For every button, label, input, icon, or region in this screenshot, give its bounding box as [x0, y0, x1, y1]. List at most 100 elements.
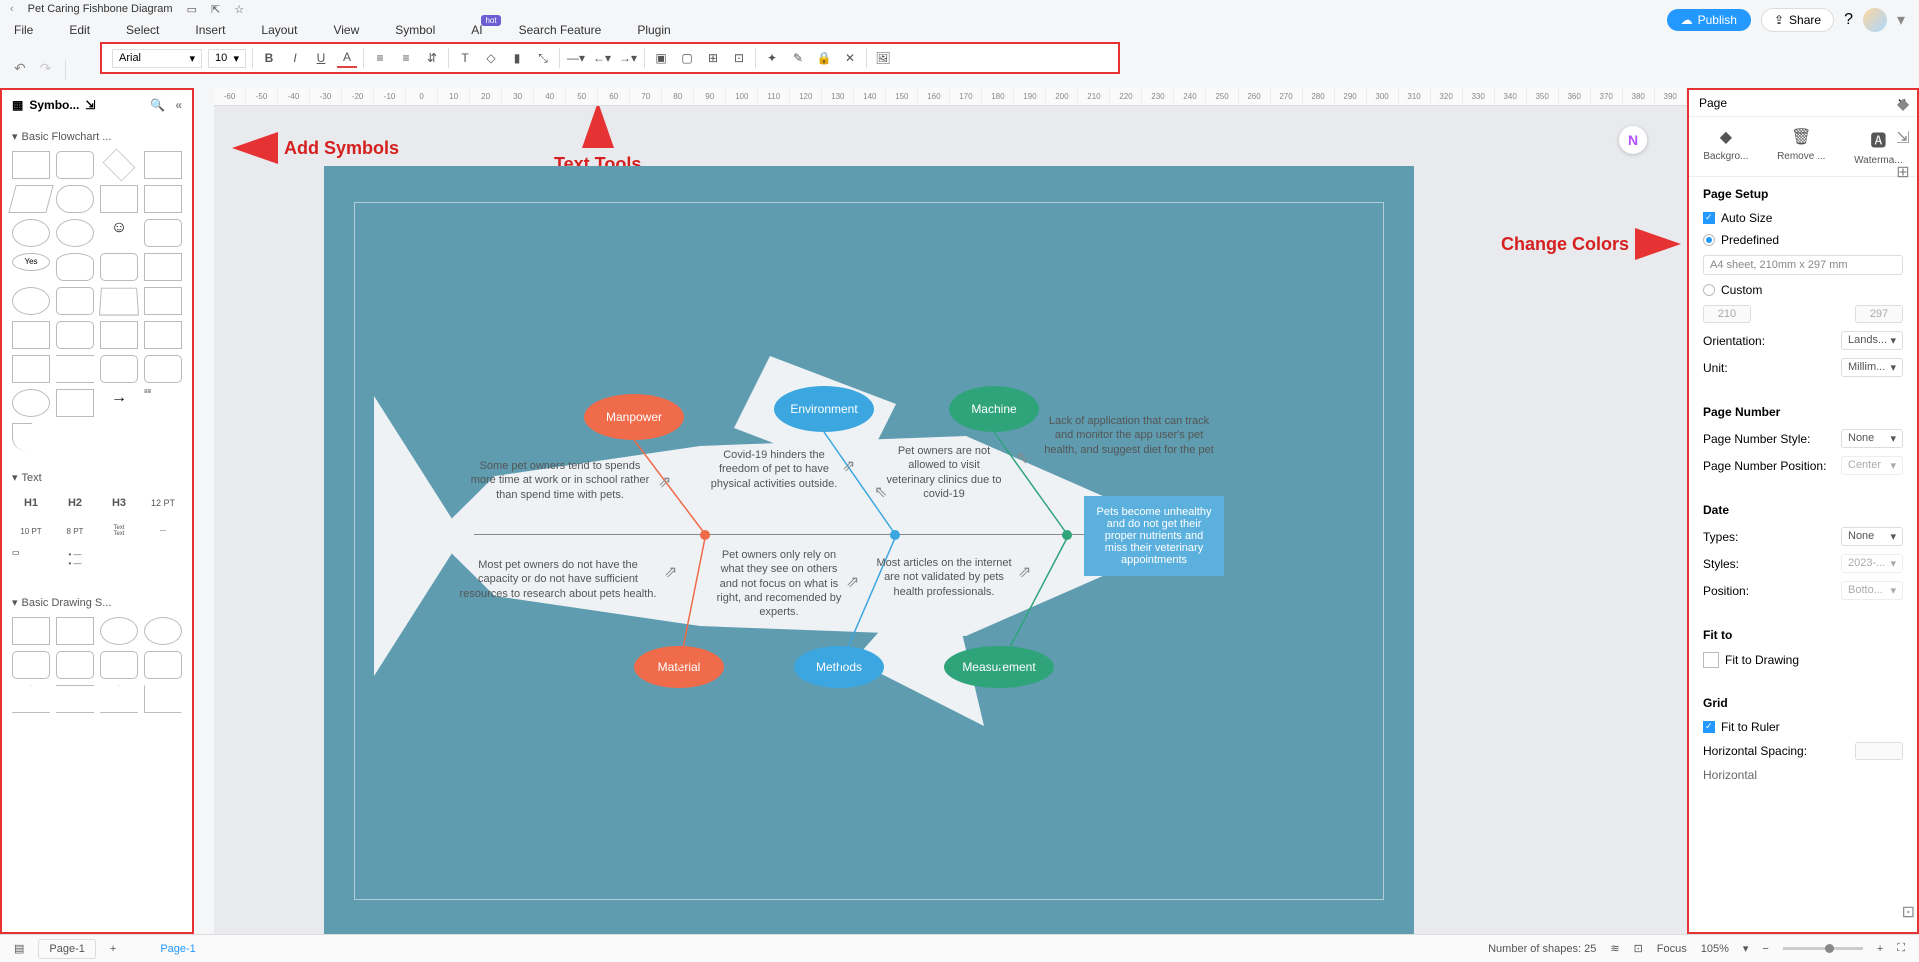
pn-style-select[interactable]: None▾	[1841, 429, 1903, 448]
tab-background[interactable]: ◆Backgro...	[1703, 127, 1748, 166]
draw-lines[interactable]	[56, 685, 94, 713]
front-button[interactable]: ▣	[651, 48, 671, 68]
fit-ruler-checkbox[interactable]: Fit to Ruler	[1703, 720, 1903, 734]
diagram-page[interactable]: Manpower Environment Machine Material Me…	[324, 166, 1414, 934]
shape-tag[interactable]	[144, 253, 182, 281]
layers-icon[interactable]: ≋	[1610, 942, 1619, 955]
page-list-icon[interactable]: ▤	[14, 942, 24, 955]
shape-data[interactable]	[100, 321, 138, 349]
draw-rr3[interactable]	[100, 651, 138, 679]
shape-capsule[interactable]	[56, 185, 94, 213]
result-box[interactable]: Pets become unhealthy and do not get the…	[1084, 496, 1224, 576]
redo-icon[interactable]: ↷	[40, 60, 52, 80]
arrow-end-button[interactable]: →▾	[618, 48, 638, 68]
shape-subprocess[interactable]	[100, 185, 138, 213]
zoom-slider[interactable]	[1783, 947, 1863, 950]
page-tab-active[interactable]: Page-1	[150, 940, 205, 958]
shape-circle[interactable]	[56, 219, 94, 247]
pin-icon[interactable]: ⇲	[85, 98, 95, 112]
group-button[interactable]: ⊡	[729, 48, 749, 68]
collapse-icon[interactable]: «	[175, 98, 182, 112]
text-h3[interactable]: H3	[100, 492, 138, 514]
shape-arc[interactable]	[12, 423, 32, 451]
text-manpower2[interactable]: Most pet owners do not have the capacity…	[458, 558, 658, 601]
share-button[interactable]: ⇪ Share	[1761, 8, 1834, 32]
shape-hex[interactable]	[12, 355, 50, 383]
text-12pt[interactable]: 12 PT	[144, 492, 182, 514]
tab-remove[interactable]: 🗑Remove ...	[1777, 127, 1825, 166]
edit-button[interactable]: ✎	[788, 48, 808, 68]
undo-icon[interactable]: ↶	[14, 60, 26, 80]
align-obj-button[interactable]: ⊞	[703, 48, 723, 68]
size-select[interactable]: 10▾	[208, 49, 246, 68]
shape-note[interactable]: ≡≡	[144, 389, 182, 417]
text-10pt[interactable]: 10 PT	[12, 520, 50, 542]
text-env1[interactable]: Covid-19 hinders the freedom of pet to h…	[704, 448, 844, 491]
add-page-button[interactable]: +	[110, 943, 116, 955]
style-tool-icon[interactable]: ◆	[1897, 94, 1909, 114]
arrow-start-button[interactable]: ←▾	[592, 48, 612, 68]
draw-rr4[interactable]	[144, 651, 182, 679]
h-spacing-input[interactable]	[1855, 742, 1903, 760]
align-center-button[interactable]: ≡	[396, 48, 416, 68]
menu-more-icon[interactable]: ▾	[1897, 10, 1905, 30]
menu-select[interactable]: Select	[126, 23, 159, 37]
shape-actor[interactable]: ☺	[100, 219, 138, 247]
text-h1[interactable]: H1	[12, 492, 50, 514]
bold-button[interactable]: B	[259, 48, 279, 68]
text-mach1[interactable]: Pet owners are not allowed to visit vete…	[884, 444, 1004, 501]
section-text[interactable]: ▾ Text	[2, 467, 192, 488]
draw-ring[interactable]	[144, 617, 182, 645]
ai-badge-icon[interactable]: N	[1619, 126, 1647, 154]
auto-size-checkbox[interactable]: Auto Size	[1703, 211, 1903, 225]
help-icon[interactable]: ?	[1844, 11, 1853, 29]
draw-circle[interactable]	[100, 617, 138, 645]
node-machine[interactable]: Machine	[949, 386, 1039, 432]
shape-yes[interactable]: Yes	[12, 253, 50, 271]
avatar[interactable]	[1863, 8, 1887, 32]
underline-button[interactable]: U	[311, 48, 331, 68]
shape-circ2[interactable]	[12, 287, 50, 315]
back-icon[interactable]: ‹	[10, 3, 14, 15]
shape-doc[interactable]	[144, 151, 182, 179]
fullscreen-icon[interactable]: ⛶	[1897, 942, 1905, 955]
unlock-button[interactable]: ✕	[840, 48, 860, 68]
publish-button[interactable]: ☁ Publish	[1667, 9, 1751, 31]
draw-rect[interactable]	[56, 617, 94, 645]
text-env2[interactable]: Pet owners only rely on what they see on…	[714, 548, 844, 619]
shape-trap1[interactable]	[99, 288, 139, 316]
height-input[interactable]	[1855, 305, 1903, 323]
line-spacing-button[interactable]: ⇵	[422, 48, 442, 68]
position-select[interactable]: Botto...▾	[1841, 581, 1903, 600]
shape-delay[interactable]	[144, 355, 182, 383]
back-button[interactable]: ▢	[677, 48, 697, 68]
shape-lines[interactable]	[56, 355, 94, 383]
text-h2[interactable]: H2	[56, 492, 94, 514]
shape-pent[interactable]	[56, 389, 94, 417]
align-left-button[interactable]: ≡	[370, 48, 390, 68]
zoom-in-button[interactable]: +	[1877, 943, 1883, 955]
shape-input[interactable]	[144, 287, 182, 315]
italic-button[interactable]: I	[285, 48, 305, 68]
pn-pos-select[interactable]: Center▾	[1841, 456, 1903, 475]
menu-insert[interactable]: Insert	[195, 23, 225, 37]
line-style-button[interactable]: —▾	[566, 48, 586, 68]
menu-ai[interactable]: AI	[471, 23, 482, 37]
shape-diamond[interactable]	[103, 149, 136, 182]
menu-file[interactable]: File	[14, 23, 33, 37]
draw-sq[interactable]	[12, 617, 50, 645]
fit-drawing-button[interactable]: Fit to Drawing	[1703, 652, 1903, 668]
shape-display[interactable]	[100, 253, 138, 281]
menu-edit[interactable]: Edit	[69, 23, 90, 37]
shape-parallelogram[interactable]	[8, 185, 54, 213]
shape-cylinder[interactable]	[56, 253, 94, 281]
node-manpower[interactable]: Manpower	[584, 394, 684, 440]
menu-layout[interactable]: Layout	[261, 23, 297, 37]
page-tab-current[interactable]: Page-1	[38, 939, 95, 959]
section-drawing[interactable]: ▾ Basic Drawing S...	[2, 592, 192, 613]
orientation-select[interactable]: Lands...▾	[1841, 331, 1903, 350]
unit-select[interactable]: Millim...▾	[1841, 358, 1903, 377]
text-block1[interactable]: TextText	[100, 520, 138, 542]
zoom-out-button[interactable]: −	[1762, 943, 1768, 955]
text-box[interactable]: ▭	[12, 548, 50, 576]
